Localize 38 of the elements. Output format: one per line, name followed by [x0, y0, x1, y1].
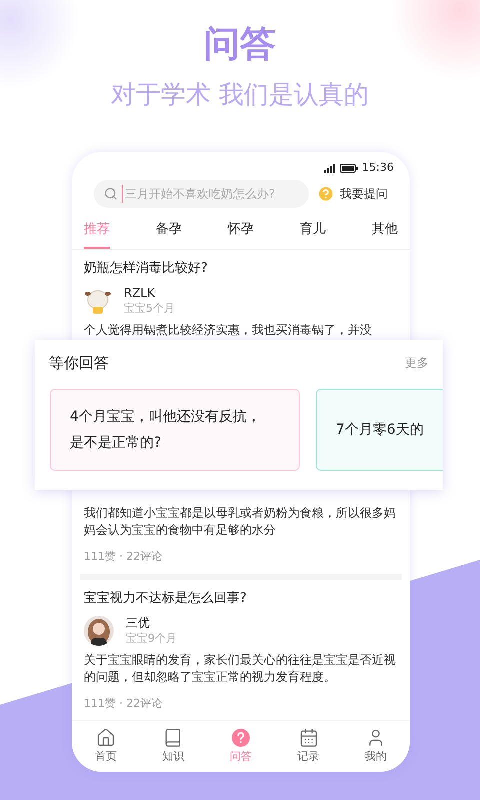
book-icon [163, 728, 184, 748]
nav-tab[interactable]: 记录 [298, 728, 320, 766]
battery-icon [340, 164, 358, 172]
nav-tab[interactable]: 知识 [162, 728, 184, 766]
question-card[interactable]: 4个月宝宝，叫他还没有反抗，是不是正常的? [50, 388, 300, 470]
page-subtitle: 对于学术 我们是认真的 [111, 79, 369, 111]
post-body: 关于宝宝眼睛的发育，家长们最关心的往往是宝宝是否近视的问题，但却忽略了宝宝正常的视力发育程度。 [84, 652, 397, 686]
category-tab[interactable]: 育儿 [300, 220, 326, 248]
baby-age: 宝宝9个月 [126, 631, 177, 646]
category-tab[interactable]: 怀孕 [228, 220, 254, 248]
ask-question-button[interactable]: 我要提问 [317, 185, 388, 203]
question-text: 7个月零6天的 [336, 420, 424, 440]
home-icon [96, 728, 116, 748]
post-body: 我们都知道小宝宝都是以母乳或者奶粉为食粮，所以很多妈妈会认为宝宝的食物中有足够的水分 [84, 504, 397, 538]
calendar-icon [298, 728, 319, 748]
nav-tab[interactable]: 首页 [94, 728, 117, 766]
category-tab[interactable]: 备孕 [156, 220, 182, 248]
author-name: RZLK [124, 286, 156, 300]
page-title: 问答 [204, 23, 276, 67]
post-stats: 111赞 · 22评论 [84, 548, 164, 564]
panel-title: 等你回答 [49, 353, 109, 374]
baby-age: 宝宝5个月 [124, 300, 175, 316]
post-title[interactable]: 奶瓶怎样消毒比较好? [84, 260, 398, 278]
search-icon [104, 187, 118, 201]
post-stats: 111赞 · 22评论 [84, 696, 164, 712]
status-time: 15:36 [362, 160, 394, 176]
question-card[interactable]: 7个月零6天的 [316, 388, 443, 470]
post-title[interactable]: 宝宝视力不达标是怎么回事? [84, 590, 398, 608]
question-icon [317, 185, 335, 203]
search-field[interactable]: 三月开始不喜欢吃奶怎么办? [94, 180, 309, 208]
nav-tab[interactable]: 我的 [365, 728, 388, 766]
user-avatar-icon [84, 616, 114, 646]
post-body: 个人觉得用锅煮比较经济实惠，我也买消毒锅了，并没 [84, 322, 373, 338]
category-tab[interactable]: 其他 [372, 220, 398, 248]
question-text: 4个月宝宝，叫他还没有反抗，是不是正常的? [70, 408, 262, 452]
signal-icon [324, 164, 336, 172]
question-icon [230, 728, 251, 748]
author-name: 三优 [126, 616, 151, 631]
